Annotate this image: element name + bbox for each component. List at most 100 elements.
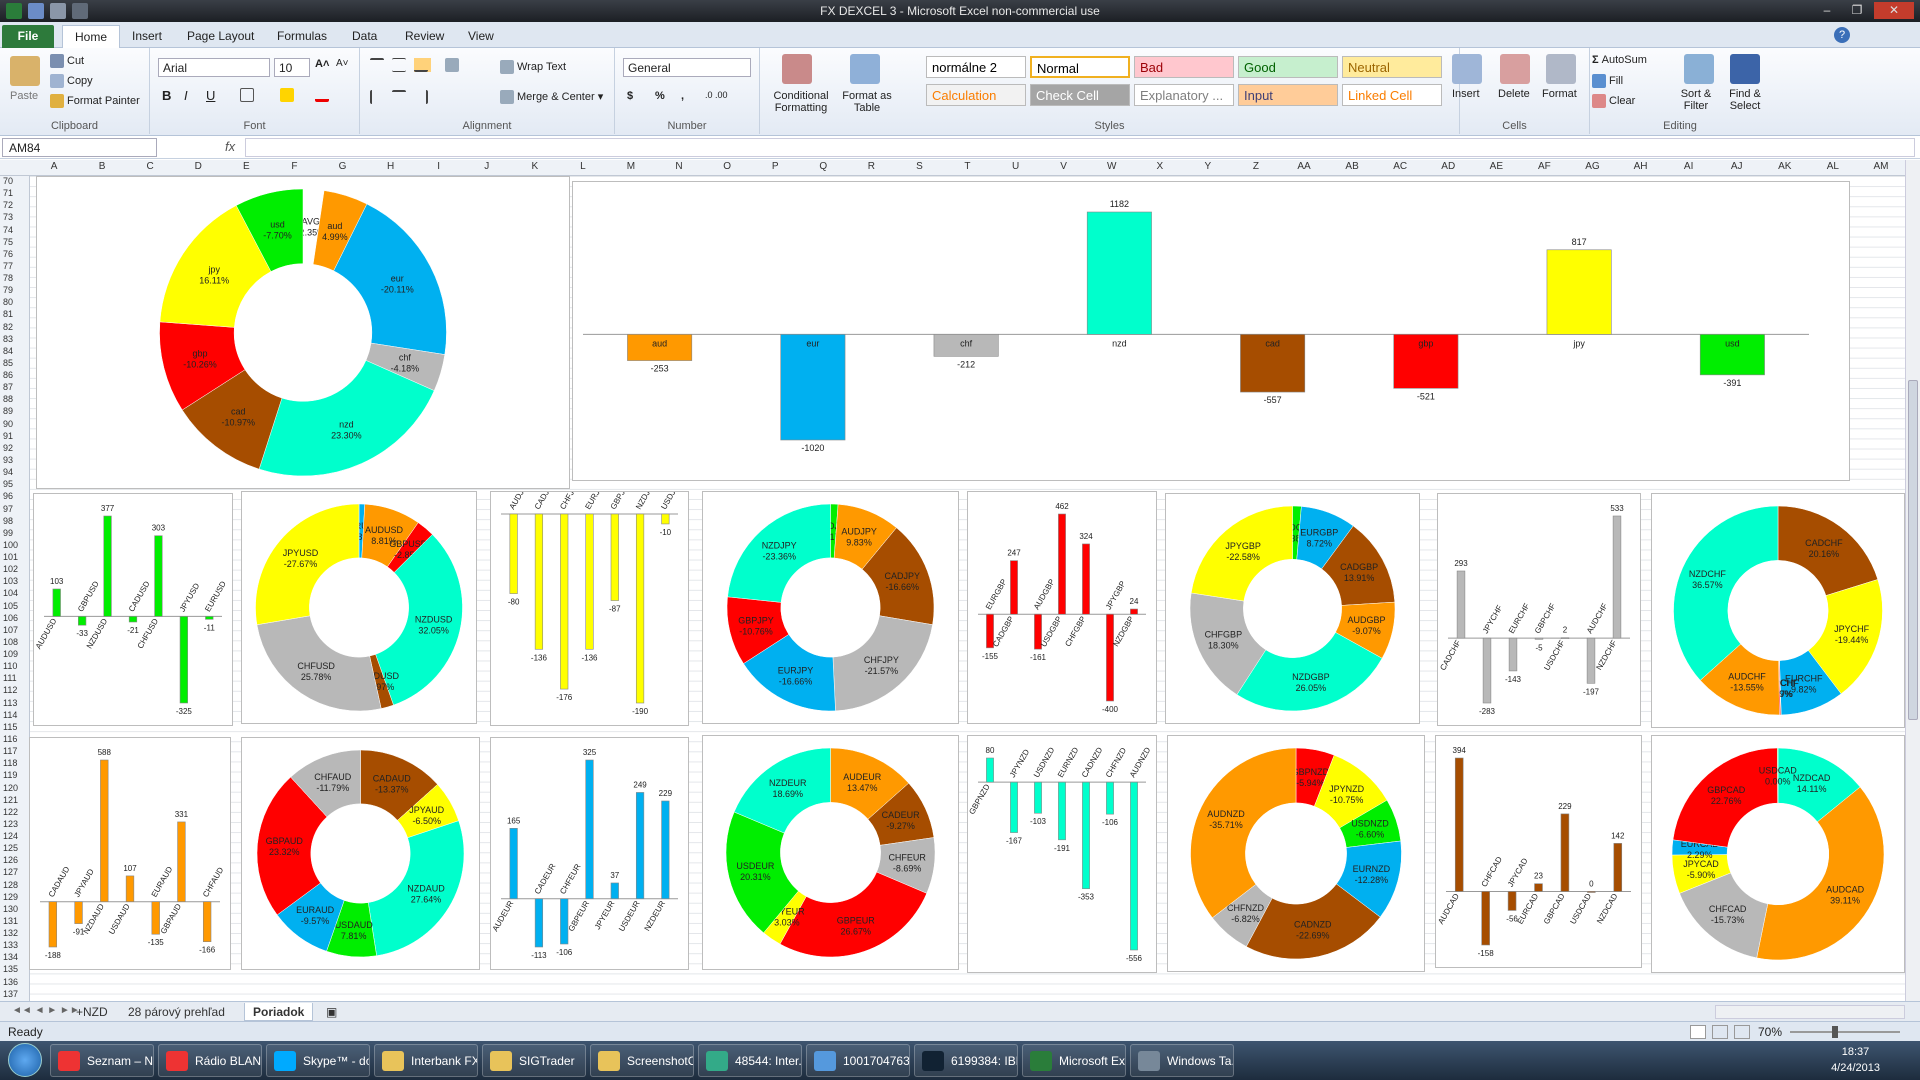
- column-header[interactable]: S: [895, 161, 943, 172]
- sheet-tab-poriadok[interactable]: Poriadok: [244, 1003, 314, 1021]
- row-header[interactable]: 128: [0, 880, 30, 892]
- column-header[interactable]: K: [511, 161, 559, 172]
- format-painter-button[interactable]: Format Painter: [50, 94, 140, 108]
- row-header[interactable]: 91: [0, 431, 30, 443]
- function-icon[interactable]: fx: [225, 139, 235, 154]
- row-header[interactable]: 111: [0, 673, 30, 685]
- bar-nzdaud[interactable]: [100, 759, 109, 902]
- page-break-view-icon[interactable]: [1734, 1025, 1750, 1039]
- bar-eurnzd[interactable]: [1058, 781, 1066, 841]
- cell-style-explanatory-[interactable]: Explanatory ...: [1134, 84, 1234, 106]
- zoom-level[interactable]: 70%: [1758, 1025, 1782, 1039]
- donut-slice-audnzd[interactable]: [1190, 747, 1297, 919]
- bar-jpygbp[interactable]: [1106, 613, 1114, 702]
- row-header[interactable]: 126: [0, 855, 30, 867]
- taskbar-item-6199384-ibf-[interactable]: 6199384: IBF...: [914, 1044, 1018, 1077]
- row-header[interactable]: 127: [0, 867, 30, 879]
- column-header[interactable]: U: [992, 161, 1040, 172]
- main-donut-chart[interactable]: AVG -2.35% aud 4.99% eur -20.11% chf -4.18% nzd 2…: [36, 176, 570, 489]
- row-header[interactable]: 120: [0, 783, 30, 795]
- row-header[interactable]: 121: [0, 795, 30, 807]
- cell-style-good[interactable]: Good: [1238, 56, 1338, 78]
- bar-eur[interactable]: [780, 334, 846, 441]
- conditional-formatting-icon[interactable]: [782, 54, 812, 84]
- restore-button[interactable]: ❐: [1844, 2, 1870, 19]
- format-as-table-button[interactable]: Format as Table: [840, 90, 894, 114]
- binoculars-icon[interactable]: [1730, 54, 1760, 84]
- column-header[interactable]: AA: [1280, 161, 1328, 172]
- autosum-button[interactable]: Σ AutoSum: [1592, 54, 1647, 66]
- minimize-button[interactable]: –: [1814, 2, 1840, 19]
- row-header[interactable]: 94: [0, 467, 30, 479]
- taskbar-item-microsoft-ex-[interactable]: Microsoft Ex...: [1022, 1044, 1126, 1077]
- bar-gbpaud[interactable]: [177, 821, 186, 902]
- close-button[interactable]: ✕: [1874, 2, 1914, 19]
- bar-gbpnzd[interactable]: [986, 757, 994, 783]
- italic-button[interactable]: I: [184, 88, 188, 103]
- row-header[interactable]: 105: [0, 601, 30, 613]
- row-header[interactable]: 73: [0, 212, 30, 224]
- bar-jpyaud[interactable]: [74, 901, 83, 924]
- column-header[interactable]: T: [943, 161, 991, 172]
- column-header[interactable]: P: [751, 161, 799, 172]
- currency-button[interactable]: $: [627, 90, 633, 102]
- aud-donut-chart[interactable]: CADAUD -13.37% JPYAUD -6.50% NZDAUD 27.64% USD…: [241, 737, 480, 970]
- wrap-text-button[interactable]: Wrap Text: [500, 60, 566, 74]
- bar-jpychf[interactable]: [1482, 637, 1492, 704]
- column-header[interactable]: F: [270, 161, 318, 172]
- clock[interactable]: 18:37 4/24/2013: [1831, 1044, 1880, 1076]
- sort-filter-button[interactable]: Sort & Filter: [1674, 88, 1718, 112]
- row-header[interactable]: 115: [0, 722, 30, 734]
- row-header[interactable]: 108: [0, 637, 30, 649]
- cell-style-check-cell[interactable]: Check Cell: [1030, 84, 1130, 106]
- gbp-donut-chart[interactable]: USDGBP 1.38% EURGBP 8.72% CADGBP 13.91% AUDGBP…: [1165, 493, 1420, 724]
- row-header[interactable]: 132: [0, 928, 30, 940]
- bar-audchf[interactable]: [1586, 637, 1596, 684]
- row-header[interactable]: 75: [0, 237, 30, 249]
- row-header[interactable]: 136: [0, 977, 30, 989]
- row-header[interactable]: 89: [0, 406, 30, 418]
- align-right-button[interactable]: [414, 90, 431, 104]
- bar-jpycad[interactable]: [1507, 891, 1517, 911]
- tab-review[interactable]: Review: [393, 25, 456, 48]
- column-header[interactable]: AL: [1809, 161, 1857, 172]
- bar-usdchf[interactable]: [1560, 637, 1570, 639]
- bar-nzd[interactable]: [1086, 211, 1152, 335]
- bar-usdnzd[interactable]: [1034, 781, 1042, 814]
- row-header[interactable]: 117: [0, 746, 30, 758]
- cad-bar-chart[interactable]: 394 AUDCAD -158 CHFCAD -56 JPYCAD 23 EURCAD 229 G…: [1435, 735, 1642, 968]
- insert-cells-icon[interactable]: [1452, 54, 1482, 84]
- column-header[interactable]: AF: [1520, 161, 1568, 172]
- borders-button[interactable]: [240, 88, 257, 102]
- row-header[interactable]: 93: [0, 455, 30, 467]
- column-header[interactable]: AH: [1617, 161, 1665, 172]
- font-size-select[interactable]: 10: [274, 58, 310, 77]
- chf-donut-chart[interactable]: CADCHF 20.16% JPYCHF -19.44% EURCHF 9.82% USDC…: [1651, 493, 1905, 728]
- cell-style-calculation[interactable]: Calculation: [926, 84, 1026, 106]
- bar-eurchf[interactable]: [1508, 637, 1518, 672]
- bar-usdaud[interactable]: [125, 875, 135, 902]
- bar-gbpchf[interactable]: [1534, 637, 1544, 640]
- row-header[interactable]: 133: [0, 940, 30, 952]
- row-header[interactable]: 84: [0, 346, 30, 358]
- column-header[interactable]: W: [1088, 161, 1136, 172]
- row-header[interactable]: 71: [0, 188, 30, 200]
- bar-jpy[interactable]: [1546, 249, 1612, 335]
- column-header[interactable]: AK: [1761, 161, 1809, 172]
- row-header[interactable]: 114: [0, 710, 30, 722]
- zoom-slider-thumb[interactable]: [1832, 1026, 1838, 1038]
- column-header[interactable]: M: [607, 161, 655, 172]
- bar-chfaud[interactable]: [202, 901, 212, 942]
- column-header[interactable]: AI: [1665, 161, 1713, 172]
- tab-data[interactable]: Data: [340, 25, 389, 48]
- bar-euraud[interactable]: [151, 901, 160, 935]
- column-header[interactable]: D: [174, 161, 222, 172]
- bar-nzdusd[interactable]: [103, 515, 112, 617]
- new-sheet-icon[interactable]: ▣: [318, 1003, 345, 1021]
- column-header[interactable]: L: [559, 161, 607, 172]
- bar-cadchf[interactable]: [1456, 570, 1466, 639]
- row-header[interactable]: 104: [0, 588, 30, 600]
- comma-button[interactable]: ,: [681, 90, 684, 102]
- copy-button[interactable]: Copy: [50, 74, 93, 88]
- cell-style-norm-lne-2[interactable]: normálne 2: [926, 56, 1026, 78]
